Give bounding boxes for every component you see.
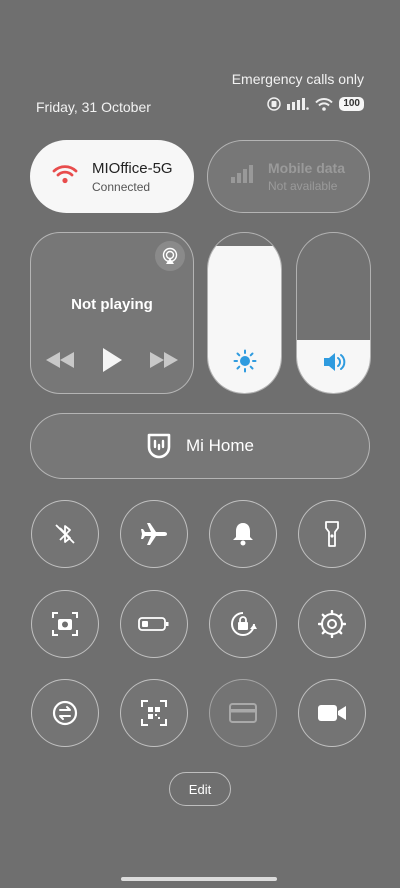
carrier-status-text: Emergency calls only	[231, 71, 364, 87]
volume-slider[interactable]	[296, 232, 371, 394]
brightness-slider[interactable]	[207, 232, 282, 394]
mobile-data-title: Mobile data	[268, 160, 346, 176]
speaker-icon	[323, 353, 345, 371]
sync-icon	[52, 700, 78, 726]
screenshot-toggle[interactable]	[31, 590, 99, 658]
airplane-mode-toggle[interactable]	[120, 500, 188, 568]
signal-bars-icon	[230, 165, 254, 188]
gear-icon	[318, 610, 346, 638]
wifi-status: Connected	[92, 179, 151, 194]
sound-toggle[interactable]	[209, 500, 277, 568]
play-button[interactable]	[101, 347, 123, 378]
battery-saver-toggle[interactable]	[120, 590, 188, 658]
media-player-card[interactable]: Not playing	[30, 232, 194, 394]
edit-button[interactable]: Edit	[169, 772, 231, 806]
card-icon	[229, 703, 257, 723]
home-indicator[interactable]	[121, 877, 277, 881]
wifi-icon	[52, 164, 78, 189]
bluetooth-toggle[interactable]	[31, 500, 99, 568]
mi-home-icon	[147, 433, 171, 459]
flashlight-icon	[325, 521, 339, 547]
mobile-data-tile[interactable]: Mobile data Not available	[207, 140, 370, 213]
cast-icon	[162, 247, 178, 264]
camera-frame-icon	[52, 612, 78, 636]
scanner-toggle[interactable]	[120, 679, 188, 747]
system-status-icons: 100	[267, 97, 364, 111]
date-label: Friday, 31 October	[36, 99, 151, 115]
media-status: Not playing	[71, 296, 153, 313]
airplane-icon	[141, 523, 167, 545]
next-track-button[interactable]	[149, 351, 179, 374]
mi-home-label: Mi Home	[185, 436, 254, 455]
rotation-lock-icon	[231, 612, 257, 636]
cards-toggle[interactable]	[209, 679, 277, 747]
wifi-tile[interactable]: MIOffice-5G Connected	[30, 140, 194, 213]
signal-dots-icon	[287, 98, 310, 110]
qr-scan-icon	[141, 700, 167, 726]
cast-output-button[interactable]	[155, 241, 185, 271]
previous-track-button[interactable]	[45, 351, 75, 374]
rewind-icon	[46, 352, 74, 368]
bell-icon	[233, 523, 253, 546]
rotation-lock-toggle[interactable]	[209, 590, 277, 658]
fast-forward-icon	[150, 352, 178, 368]
sim-icon	[267, 97, 282, 111]
video-icon	[318, 705, 346, 721]
mobile-data-status: Not available	[268, 179, 338, 193]
screen-recorder-toggle[interactable]	[298, 679, 366, 747]
bluetooth-off-icon	[55, 524, 75, 544]
brightness-icon	[233, 349, 256, 373]
flashlight-toggle[interactable]	[298, 500, 366, 568]
play-icon	[103, 348, 122, 372]
wifi-network-name: MIOffice-5G	[92, 159, 173, 177]
wifi-status-icon	[315, 97, 334, 111]
battery-icon	[138, 617, 169, 631]
battery-indicator: 100	[339, 97, 364, 111]
data-saver-toggle[interactable]	[31, 679, 99, 747]
settings-toggle[interactable]	[298, 590, 366, 658]
mi-home-button[interactable]: Mi Home	[30, 413, 370, 479]
